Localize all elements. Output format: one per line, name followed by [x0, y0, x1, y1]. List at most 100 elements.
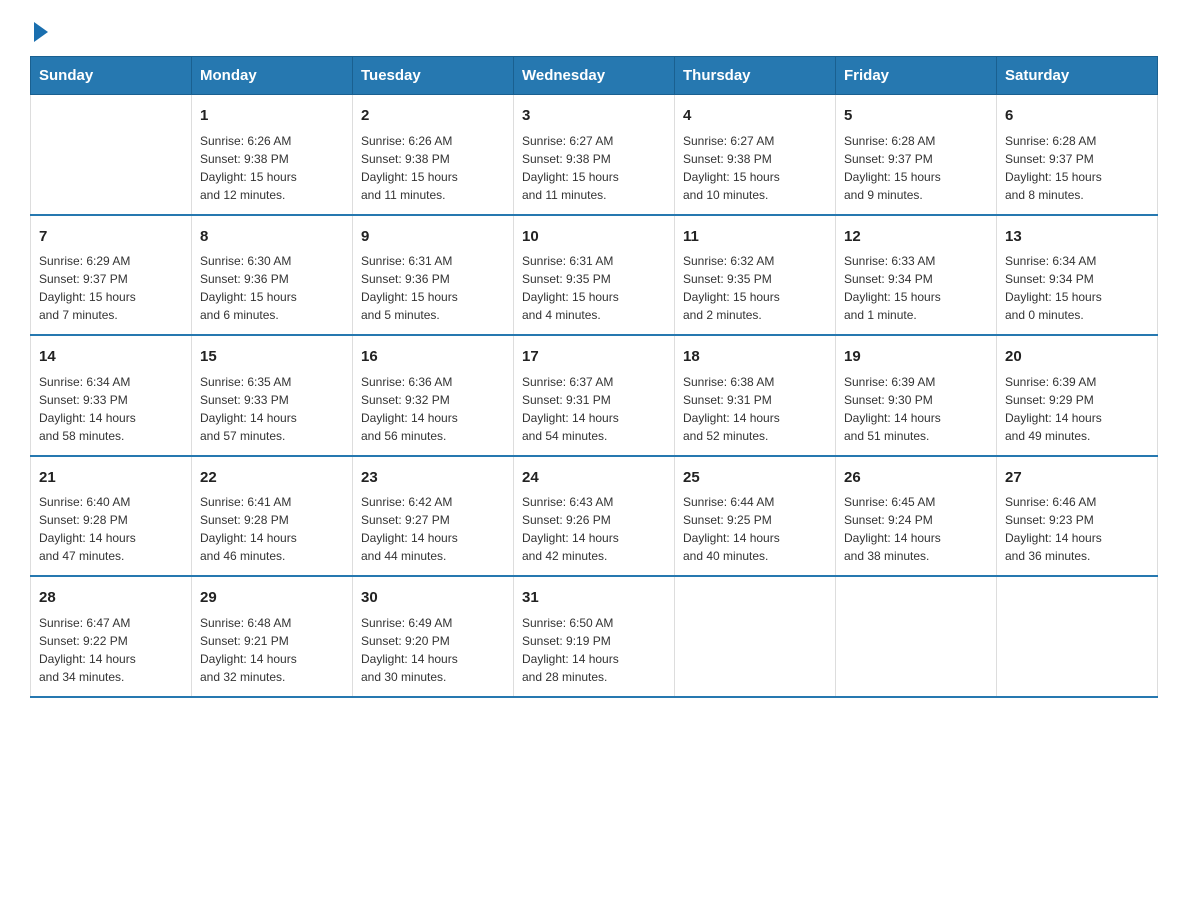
day-number: 26: [844, 467, 988, 490]
day-number: 9: [361, 226, 505, 249]
day-info: Sunrise: 6:44 AM Sunset: 9:25 PM Dayligh…: [683, 493, 827, 565]
day-info: Sunrise: 6:26 AM Sunset: 9:38 PM Dayligh…: [361, 132, 505, 204]
calendar-header: SundayMondayTuesdayWednesdayThursdayFrid…: [31, 57, 1158, 95]
page-header: [30, 20, 1158, 38]
day-number: 25: [683, 467, 827, 490]
day-info: Sunrise: 6:31 AM Sunset: 9:35 PM Dayligh…: [522, 252, 666, 324]
day-number: 30: [361, 587, 505, 610]
day-info: Sunrise: 6:45 AM Sunset: 9:24 PM Dayligh…: [844, 493, 988, 565]
calendar-cell: 22 Sunrise: 6:41 AM Sunset: 9:28 PM Dayli…: [192, 456, 353, 577]
day-info: Sunrise: 6:41 AM Sunset: 9:28 PM Dayligh…: [200, 493, 344, 565]
day-number: 31: [522, 587, 666, 610]
day-number: 20: [1005, 346, 1149, 369]
day-info: Sunrise: 6:30 AM Sunset: 9:36 PM Dayligh…: [200, 252, 344, 324]
day-number: 12: [844, 226, 988, 249]
day-number: 6: [1005, 105, 1149, 128]
day-info: Sunrise: 6:38 AM Sunset: 9:31 PM Dayligh…: [683, 373, 827, 445]
day-info: Sunrise: 6:34 AM Sunset: 9:33 PM Dayligh…: [39, 373, 183, 445]
calendar-cell: 8 Sunrise: 6:30 AM Sunset: 9:36 PM Daylig…: [192, 215, 353, 336]
weekday-header-wednesday: Wednesday: [514, 57, 675, 95]
calendar-cell: 28 Sunrise: 6:47 AM Sunset: 9:22 PM Dayli…: [31, 576, 192, 697]
day-info: Sunrise: 6:31 AM Sunset: 9:36 PM Dayligh…: [361, 252, 505, 324]
day-info: Sunrise: 6:26 AM Sunset: 9:38 PM Dayligh…: [200, 132, 344, 204]
calendar-week-row: 1 Sunrise: 6:26 AM Sunset: 9:38 PM Daylig…: [31, 95, 1158, 215]
day-number: 23: [361, 467, 505, 490]
calendar-cell: 3Sunrise: 6:27 AM Sunset: 9:38 PM Daylig…: [514, 95, 675, 215]
day-number: 14: [39, 346, 183, 369]
day-info: Sunrise: 6:33 AM Sunset: 9:34 PM Dayligh…: [844, 252, 988, 324]
day-info: Sunrise: 6:48 AM Sunset: 9:21 PM Dayligh…: [200, 614, 344, 686]
day-info: Sunrise: 6:43 AM Sunset: 9:26 PM Dayligh…: [522, 493, 666, 565]
day-number: 29: [200, 587, 344, 610]
weekday-header-saturday: Saturday: [997, 57, 1158, 95]
day-number: 15: [200, 346, 344, 369]
calendar-cell: 18 Sunrise: 6:38 AM Sunset: 9:31 PM Dayli…: [675, 335, 836, 456]
weekday-header-friday: Friday: [836, 57, 997, 95]
day-number: 28: [39, 587, 183, 610]
day-number: 16: [361, 346, 505, 369]
day-number: 8: [200, 226, 344, 249]
calendar-cell: 31Sunrise: 6:50 AM Sunset: 9:19 PM Dayli…: [514, 576, 675, 697]
day-number: 2: [361, 105, 505, 128]
calendar-cell: 20Sunrise: 6:39 AM Sunset: 9:29 PM Dayli…: [997, 335, 1158, 456]
calendar-cell: 6Sunrise: 6:28 AM Sunset: 9:37 PM Daylig…: [997, 95, 1158, 215]
day-info: Sunrise: 6:46 AM Sunset: 9:23 PM Dayligh…: [1005, 493, 1149, 565]
day-info: Sunrise: 6:39 AM Sunset: 9:30 PM Dayligh…: [844, 373, 988, 445]
calendar-body: 1 Sunrise: 6:26 AM Sunset: 9:38 PM Daylig…: [31, 95, 1158, 697]
calendar-cell: 1 Sunrise: 6:26 AM Sunset: 9:38 PM Daylig…: [192, 95, 353, 215]
weekday-header-tuesday: Tuesday: [353, 57, 514, 95]
day-number: 5: [844, 105, 988, 128]
day-info: Sunrise: 6:47 AM Sunset: 9:22 PM Dayligh…: [39, 614, 183, 686]
day-number: 10: [522, 226, 666, 249]
day-number: 17: [522, 346, 666, 369]
calendar-cell: 14 Sunrise: 6:34 AM Sunset: 9:33 PM Dayli…: [31, 335, 192, 456]
calendar-cell: 25 Sunrise: 6:44 AM Sunset: 9:25 PM Dayli…: [675, 456, 836, 577]
calendar-cell: 26 Sunrise: 6:45 AM Sunset: 9:24 PM Dayli…: [836, 456, 997, 577]
day-number: 4: [683, 105, 827, 128]
calendar-cell: 11Sunrise: 6:32 AM Sunset: 9:35 PM Dayli…: [675, 215, 836, 336]
day-info: Sunrise: 6:27 AM Sunset: 9:38 PM Dayligh…: [683, 132, 827, 204]
calendar-cell: 27 Sunrise: 6:46 AM Sunset: 9:23 PM Dayli…: [997, 456, 1158, 577]
day-number: 11: [683, 226, 827, 249]
calendar-cell: 9 Sunrise: 6:31 AM Sunset: 9:36 PM Daylig…: [353, 215, 514, 336]
calendar-cell: 15 Sunrise: 6:35 AM Sunset: 9:33 PM Dayli…: [192, 335, 353, 456]
day-number: 21: [39, 467, 183, 490]
day-info: Sunrise: 6:29 AM Sunset: 9:37 PM Dayligh…: [39, 252, 183, 324]
calendar-cell: 19 Sunrise: 6:39 AM Sunset: 9:30 PM Dayli…: [836, 335, 997, 456]
day-number: 19: [844, 346, 988, 369]
calendar-cell: [31, 95, 192, 215]
calendar-cell: 13Sunrise: 6:34 AM Sunset: 9:34 PM Dayli…: [997, 215, 1158, 336]
weekday-header-thursday: Thursday: [675, 57, 836, 95]
day-number: 3: [522, 105, 666, 128]
calendar-cell: 30 Sunrise: 6:49 AM Sunset: 9:20 PM Dayli…: [353, 576, 514, 697]
calendar-cell: [997, 576, 1158, 697]
calendar-cell: 21 Sunrise: 6:40 AM Sunset: 9:28 PM Dayli…: [31, 456, 192, 577]
calendar-week-row: 14 Sunrise: 6:34 AM Sunset: 9:33 PM Dayli…: [31, 335, 1158, 456]
day-number: 1: [200, 105, 344, 128]
day-number: 22: [200, 467, 344, 490]
calendar-cell: [675, 576, 836, 697]
day-info: Sunrise: 6:36 AM Sunset: 9:32 PM Dayligh…: [361, 373, 505, 445]
day-number: 27: [1005, 467, 1149, 490]
calendar-cell: 17Sunrise: 6:37 AM Sunset: 9:31 PM Dayli…: [514, 335, 675, 456]
day-info: Sunrise: 6:35 AM Sunset: 9:33 PM Dayligh…: [200, 373, 344, 445]
calendar-cell: 4 Sunrise: 6:27 AM Sunset: 9:38 PM Daylig…: [675, 95, 836, 215]
day-info: Sunrise: 6:42 AM Sunset: 9:27 PM Dayligh…: [361, 493, 505, 565]
day-number: 18: [683, 346, 827, 369]
weekday-header-row: SundayMondayTuesdayWednesdayThursdayFrid…: [31, 57, 1158, 95]
day-info: Sunrise: 6:28 AM Sunset: 9:37 PM Dayligh…: [844, 132, 988, 204]
logo-arrow-icon: [34, 22, 48, 42]
calendar-cell: 7 Sunrise: 6:29 AM Sunset: 9:37 PM Daylig…: [31, 215, 192, 336]
day-info: Sunrise: 6:49 AM Sunset: 9:20 PM Dayligh…: [361, 614, 505, 686]
calendar-cell: 10 Sunrise: 6:31 AM Sunset: 9:35 PM Dayli…: [514, 215, 675, 336]
calendar-cell: 24Sunrise: 6:43 AM Sunset: 9:26 PM Dayli…: [514, 456, 675, 577]
calendar-cell: 23 Sunrise: 6:42 AM Sunset: 9:27 PM Dayli…: [353, 456, 514, 577]
day-number: 7: [39, 226, 183, 249]
day-info: Sunrise: 6:40 AM Sunset: 9:28 PM Dayligh…: [39, 493, 183, 565]
calendar-cell: 12 Sunrise: 6:33 AM Sunset: 9:34 PM Dayli…: [836, 215, 997, 336]
calendar-week-row: 21 Sunrise: 6:40 AM Sunset: 9:28 PM Dayli…: [31, 456, 1158, 577]
day-info: Sunrise: 6:34 AM Sunset: 9:34 PM Dayligh…: [1005, 252, 1149, 324]
calendar-cell: 2 Sunrise: 6:26 AM Sunset: 9:38 PM Daylig…: [353, 95, 514, 215]
calendar-week-row: 7 Sunrise: 6:29 AM Sunset: 9:37 PM Daylig…: [31, 215, 1158, 336]
calendar-cell: 5 Sunrise: 6:28 AM Sunset: 9:37 PM Daylig…: [836, 95, 997, 215]
